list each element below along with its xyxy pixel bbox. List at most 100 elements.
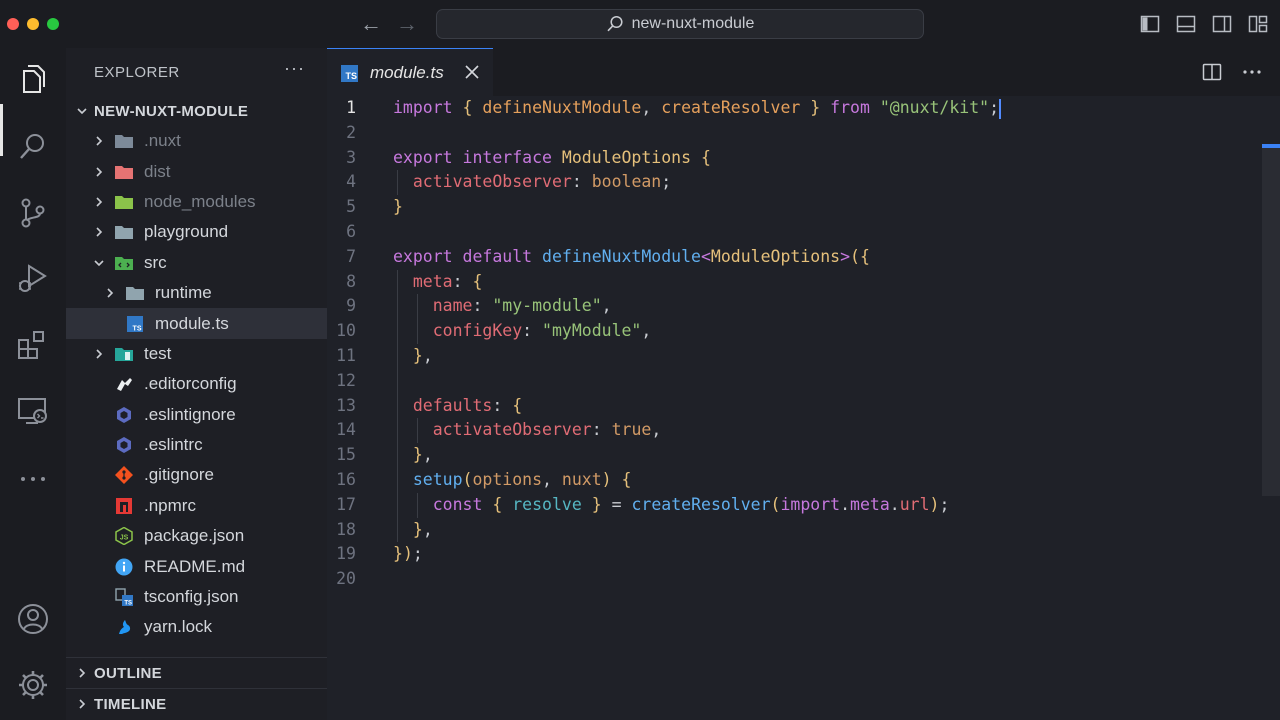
tree-item-editorconfig[interactable]: .editorconfig <box>66 369 327 399</box>
code-line[interactable]: 14 activateObserver: true, <box>327 418 1280 443</box>
indent-guide <box>416 492 418 518</box>
editor-scrollbar[interactable] <box>1262 96 1280 720</box>
more-icon[interactable] <box>16 462 50 496</box>
code-line[interactable]: 7 export default defineNuxtModule<ModuleO… <box>327 245 1280 270</box>
tree-item-test[interactable]: test <box>66 339 327 369</box>
code-line[interactable]: 12 <box>327 369 1280 394</box>
timeline-section-header[interactable]: TIMELINE <box>66 689 327 719</box>
window-close-button[interactable] <box>7 18 19 30</box>
tree-item-dist[interactable]: dist <box>66 156 327 186</box>
code-line[interactable]: 9 name: "my-module", <box>327 294 1280 319</box>
code-line[interactable]: 17 const { resolve } = createResolver(im… <box>327 493 1280 518</box>
folder-icon <box>115 135 133 149</box>
toggle-panel-icon[interactable] <box>1176 14 1196 34</box>
tree-item-readme[interactable]: README.md <box>66 551 327 581</box>
back-arrow-icon[interactable]: ← <box>360 12 382 36</box>
run-debug-icon[interactable] <box>16 262 50 296</box>
tree-item-module-ts[interactable]: TS module.ts <box>66 308 327 339</box>
title-bar: ← → new-nuxt-module <box>0 0 1280 49</box>
vscode-window: ← → new-nuxt-module EXPLORER ··· NEW-NUX… <box>0 0 1280 720</box>
file-tree: NEW-NUXT-MODULE .nuxt dist node_modules <box>66 96 327 643</box>
scrollbar-thumb[interactable] <box>1262 146 1280 496</box>
source-control-icon[interactable] <box>16 196 50 230</box>
code-line[interactable]: 16 setup(options, nuxt) { <box>327 468 1280 493</box>
search-icon[interactable] <box>16 130 50 164</box>
line-number: 15 <box>336 445 356 465</box>
line-number: 4 <box>346 172 356 192</box>
tree-item-label: playground <box>144 222 229 242</box>
toggle-primary-sidebar-icon[interactable] <box>1140 14 1160 34</box>
tree-item-label: README.md <box>144 556 246 576</box>
chevron-right-icon <box>96 167 103 177</box>
eslint-file-icon <box>117 437 131 454</box>
svg-text:TS: TS <box>133 325 142 332</box>
settings-gear-icon[interactable] <box>16 668 50 702</box>
account-icon[interactable] <box>16 602 50 636</box>
indent-guide <box>416 294 418 344</box>
indent-guide <box>397 269 398 543</box>
explorer-sidebar: EXPLORER ··· NEW-NUXT-MODULE .nuxt dist … <box>66 48 327 720</box>
code-line[interactable]: 11 }, <box>327 344 1280 369</box>
explorer-more-actions-icon[interactable]: ··· <box>284 58 305 79</box>
code-line[interactable]: 19}); <box>327 542 1280 567</box>
line-number: 8 <box>346 271 356 291</box>
code-line[interactable]: 8 meta: { <box>327 270 1280 295</box>
code-line[interactable]: 3 export interface ModuleOptions { <box>327 146 1280 171</box>
tree-item-src[interactable]: src <box>66 248 327 278</box>
folder-icon <box>126 287 144 301</box>
tree-item-node-modules[interactable]: node_modules <box>66 187 327 217</box>
code-line[interactable]: 10 configKey: "myModule", <box>327 319 1280 344</box>
code-line[interactable]: 20 <box>327 567 1280 592</box>
code-line[interactable]: 1 import { defineNuxtModule, createResolv… <box>327 96 1280 121</box>
tree-item-label: .nuxt <box>144 131 181 151</box>
window-maximize-button[interactable] <box>47 18 59 30</box>
explorer-icon[interactable] <box>16 62 50 96</box>
tree-item-playground[interactable]: playground <box>66 217 327 247</box>
more-actions-icon[interactable] <box>1242 62 1262 82</box>
indent-guide <box>416 418 418 444</box>
code-line[interactable]: 18 }, <box>327 518 1280 543</box>
line-number: 9 <box>346 296 356 316</box>
code-line[interactable]: 15 }, <box>327 443 1280 468</box>
activity-bar <box>0 48 66 720</box>
code-line[interactable]: 13 defaults: { <box>327 394 1280 419</box>
command-center-search[interactable]: new-nuxt-module <box>436 9 924 39</box>
code-line[interactable]: 5} <box>327 195 1280 220</box>
window-minimize-button[interactable] <box>27 18 39 30</box>
code-editor[interactable]: 1 import { defineNuxtModule, createResolv… <box>327 96 1280 592</box>
line-number: 16 <box>336 469 356 489</box>
line-number: 17 <box>336 494 356 514</box>
tree-item-label: module.ts <box>155 313 229 333</box>
tree-item-package-json[interactable]: JS package.json <box>66 521 327 551</box>
chevron-down-icon <box>94 260 104 266</box>
code-line[interactable]: 2 <box>327 121 1280 146</box>
tree-item-tsconfig[interactable]: TS tsconfig.json <box>66 582 327 612</box>
tree-item-runtime[interactable]: runtime <box>66 278 327 308</box>
line-number: 20 <box>336 569 356 589</box>
layout-controls <box>1140 14 1268 34</box>
tab-module-ts[interactable]: TS module.ts <box>327 48 493 96</box>
remote-explorer-icon[interactable] <box>16 394 50 428</box>
search-icon <box>607 15 623 32</box>
code-line[interactable]: 6 <box>327 220 1280 245</box>
outline-section-header[interactable]: OUTLINE <box>66 658 327 688</box>
tree-item-nuxt[interactable]: .nuxt <box>66 126 327 156</box>
code-line[interactable]: 4 activateObserver: boolean; <box>327 170 1280 195</box>
tree-item-npmrc[interactable]: .npmrc <box>66 491 327 521</box>
customize-layout-icon[interactable] <box>1248 14 1268 34</box>
extensions-icon[interactable] <box>16 328 50 362</box>
code-line-text: meta: { <box>412 271 483 291</box>
src-folder-open-icon <box>115 256 133 270</box>
line-number: 18 <box>336 519 356 539</box>
line-number: 14 <box>336 420 356 440</box>
tree-item-eslintrc[interactable]: .eslintrc <box>66 430 327 460</box>
toggle-secondary-sidebar-icon[interactable] <box>1212 14 1232 34</box>
tree-item-yarn-lock[interactable]: yarn.lock <box>66 612 327 642</box>
tree-item-gitignore[interactable]: .gitignore <box>66 460 327 490</box>
close-icon[interactable] <box>463 63 481 81</box>
split-editor-icon[interactable] <box>1202 62 1222 82</box>
tree-item-eslintignore[interactable]: .eslintignore <box>66 400 327 430</box>
tree-root-folder[interactable]: NEW-NUXT-MODULE <box>66 96 327 126</box>
dist-folder-icon <box>115 165 133 179</box>
forward-arrow-icon[interactable]: → <box>396 12 418 36</box>
